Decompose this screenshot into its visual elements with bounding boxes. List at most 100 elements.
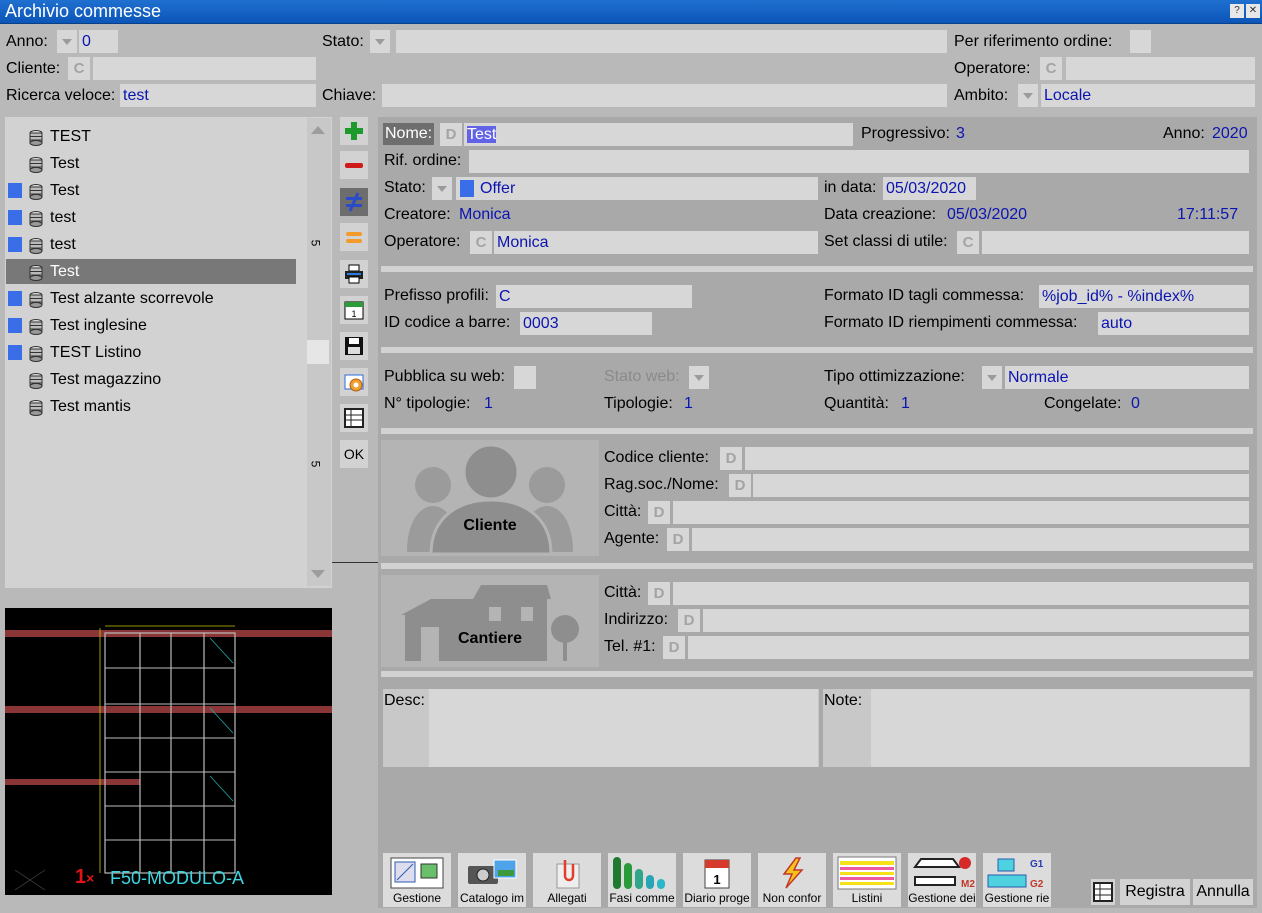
globe-icon[interactable] [340,368,368,396]
ambito-label: Ambito: [954,87,1009,104]
cantiere-card[interactable]: Cantiere [381,575,599,667]
non-confor-button[interactable]: Non confor [758,853,826,907]
nome-input[interactable]: Test [464,123,853,146]
list-item[interactable]: test [6,205,296,230]
allegati-button[interactable]: Allegati [533,853,601,907]
cliente-title: Cliente [463,517,517,534]
list-item[interactable]: Test [6,259,296,284]
set-classi-button[interactable]: C [957,231,979,254]
stato-filter-input[interactable] [396,30,947,53]
codice-cliente-label: Codice cliente: [604,449,709,466]
ambito-input[interactable]: Locale [1041,84,1255,107]
anno-input[interactable]: 0 [79,30,118,53]
prefisso-input[interactable]: C [496,285,692,308]
tel-button[interactable]: D [663,636,685,659]
stato-input[interactable]: Offer [456,177,818,200]
remove-icon[interactable] [340,151,368,179]
mark-square-icon [8,183,22,198]
stato-filter-dropdown[interactable] [370,30,390,53]
equal-icon[interactable] [340,223,368,251]
diario-button[interactable]: 1 Diario proge [683,853,751,907]
in-data-label: in data: [824,179,877,196]
list-item[interactable]: Test alzante scorrevole [6,286,296,311]
list-item[interactable]: TEST [6,124,296,149]
cliente-filter-input[interactable] [93,57,316,80]
ragsoc-button[interactable]: D [729,474,751,497]
list-item[interactable]: Test magazzino [6,367,296,392]
codice-cliente-input[interactable] [745,447,1249,470]
stato-dropdown[interactable] [432,177,452,200]
operatore-label: Operatore: [384,233,461,250]
rif-ordine-filter-input[interactable] [1130,30,1151,53]
cliente-citta-button[interactable]: D [648,501,670,524]
operatore-filter-input[interactable] [1066,57,1255,80]
grid-icon[interactable] [1091,879,1115,905]
indirizzo-button[interactable]: D [678,609,700,632]
tipo-ott-dropdown[interactable] [982,366,1002,389]
note-textarea[interactable] [871,689,1249,767]
operatore-filter-label: Operatore: [954,60,1031,77]
close-icon[interactable]: ✕ [1246,4,1260,18]
scroll-thumb[interactable] [307,340,329,364]
not-equal-icon[interactable] [340,188,368,216]
agente-input[interactable] [692,528,1249,551]
desc-textarea[interactable] [429,689,818,767]
indirizzo-input[interactable] [703,609,1249,632]
operatore-input[interactable]: Monica [494,231,818,254]
cliente-citta-input[interactable] [673,501,1249,524]
annulla-button[interactable]: Annulla [1193,879,1253,905]
fasi-button[interactable]: Fasi comme [608,853,676,907]
tipo-ott-input[interactable]: Normale [1005,366,1249,389]
stato-web-dropdown[interactable] [689,366,709,389]
cantiere-citta-button[interactable]: D [648,582,670,605]
g1g2-icon: G1 G2 [987,858,1044,890]
registra-button[interactable]: Registra [1120,879,1190,905]
catalogo-button[interactable]: Catalogo im [458,853,526,907]
cantiere-citta-input[interactable] [673,582,1249,605]
formato-riemp-input[interactable]: auto [1098,312,1249,335]
tipologie-value: 1 [684,395,693,412]
add-icon[interactable] [340,117,368,145]
gestione-dei-button[interactable]: M2 Gestione dei [908,853,976,907]
ragsoc-input[interactable] [753,474,1249,497]
nome-button[interactable]: D [440,123,462,146]
cliente-card[interactable]: Cliente [381,440,599,556]
operatore-button[interactable]: C [470,231,492,254]
ricerca-input[interactable]: test [120,84,316,107]
list-item[interactable]: Test [6,151,296,176]
database-icon [29,237,43,254]
table-icon[interactable] [340,404,368,432]
barcode-input[interactable]: 0003 [520,312,652,335]
cliente-filter-button[interactable]: C [68,57,90,80]
list-item[interactable]: Test [6,178,296,203]
gestione-rie-button[interactable]: G1 G2 Gestione rie [983,853,1051,907]
chiave-input[interactable] [382,84,947,107]
list-item[interactable]: Test inglesine [6,313,296,338]
save-icon[interactable] [340,332,368,360]
printer-icon[interactable] [340,260,368,288]
ok-button[interactable]: OK [340,440,368,468]
chiave-label: Chiave: [322,87,377,104]
calendar-icon[interactable]: 1 [340,296,368,324]
list-item[interactable]: test [6,232,296,257]
gestione-button[interactable]: Gestione [383,853,451,907]
scroll-down-icon[interactable] [311,570,325,578]
codice-cliente-button[interactable]: D [720,447,742,470]
n-tipologie-label: N° tipologie: [384,395,471,412]
in-data-input[interactable]: 05/03/2020 [883,177,976,200]
list-item[interactable]: TEST Listino [6,340,296,365]
cantiere-citta-label: Città: [604,584,642,601]
tel-input[interactable] [688,636,1249,659]
agente-button[interactable]: D [667,528,689,551]
anno-dropdown[interactable] [57,30,77,53]
operatore-filter-button[interactable]: C [1040,57,1062,80]
listini-button[interactable]: Listini [833,853,901,907]
pubblica-checkbox[interactable] [514,366,536,389]
rif-ordine-input[interactable] [469,150,1249,173]
scroll-up-icon[interactable] [311,126,325,134]
formato-tagli-input[interactable]: %job_id% - %index% [1039,285,1249,308]
set-classi-input[interactable] [982,231,1249,254]
list-item[interactable]: Test mantis [6,394,296,419]
ambito-dropdown[interactable] [1018,84,1038,107]
help-icon[interactable]: ? [1230,4,1244,18]
